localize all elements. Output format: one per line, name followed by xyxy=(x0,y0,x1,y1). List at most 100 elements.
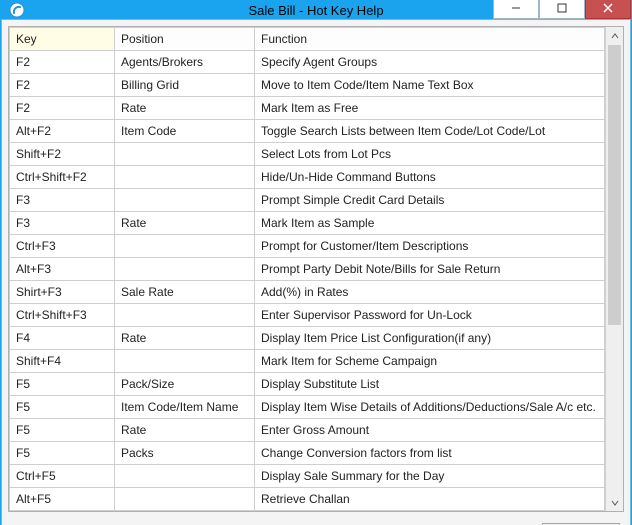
table-row[interactable]: Ctrl+F5 Display Sale Summary for the Day xyxy=(10,465,605,488)
close-icon xyxy=(603,3,613,13)
maximize-button[interactable] xyxy=(539,0,585,19)
table-row[interactable]: F2Billing GridMove to Item Code/Item Nam… xyxy=(10,74,605,97)
col-header-key[interactable]: Key xyxy=(10,28,115,51)
cell-key: F5 xyxy=(10,442,115,465)
cell-key: F3 xyxy=(10,212,115,235)
scroll-up-arrow[interactable] xyxy=(606,27,623,44)
table-row[interactable]: Alt+F5 Retrieve Challan xyxy=(10,488,605,511)
cell-key: F2 xyxy=(10,51,115,74)
cell-function: Display Sale Summary for the Day xyxy=(255,465,605,488)
table-header-row: Key Position Function xyxy=(10,28,605,51)
table-row[interactable]: F4RateDisplay Item Price List Configurat… xyxy=(10,327,605,350)
cell-key: F4 xyxy=(10,327,115,350)
cell-function: Prompt for Customer/Item Descriptions xyxy=(255,235,605,258)
cell-position xyxy=(115,189,255,212)
cell-function: Change Conversion factors from list xyxy=(255,442,605,465)
cell-position: Agents/Brokers xyxy=(115,51,255,74)
cell-position: Rate xyxy=(115,327,255,350)
window-close-button[interactable] xyxy=(585,0,631,19)
cell-position: Billing Grid xyxy=(115,74,255,97)
cell-key: Shirt+F3 xyxy=(10,281,115,304)
cell-position xyxy=(115,304,255,327)
minimize-button[interactable] xyxy=(493,0,539,19)
scroll-thumb[interactable] xyxy=(608,45,621,325)
cell-function: Select Lots from Lot Pcs xyxy=(255,143,605,166)
grid-viewport: Key Position Function F2Agents/BrokersSp… xyxy=(9,27,605,511)
scroll-down-arrow[interactable] xyxy=(606,494,623,511)
table-row[interactable]: Shift+F4 Mark Item for Scheme Campaign xyxy=(10,350,605,373)
cell-position xyxy=(115,350,255,373)
cell-function: Enter Gross Amount xyxy=(255,419,605,442)
cell-key: Alt+F2 xyxy=(10,120,115,143)
table-row[interactable]: Shirt+F3Sale RateAdd(%) in Rates xyxy=(10,281,605,304)
cell-function: Move to Item Code/Item Name Text Box xyxy=(255,74,605,97)
cell-key: F5 xyxy=(10,373,115,396)
table-row[interactable]: F5Pack/SizeDisplay Substitute List xyxy=(10,373,605,396)
cell-function: Specify Agent Groups xyxy=(255,51,605,74)
table-row[interactable]: Ctrl+F3 Prompt for Customer/Item Descript… xyxy=(10,235,605,258)
table-row[interactable]: Alt+F2Item CodeToggle Search Lists betwe… xyxy=(10,120,605,143)
cell-key: F2 xyxy=(10,74,115,97)
cell-function: Display Item Wise Details of Additions/D… xyxy=(255,396,605,419)
hotkey-table: Key Position Function F2Agents/BrokersSp… xyxy=(9,27,605,511)
cell-function: Prompt Party Debit Note/Bills for Sale R… xyxy=(255,258,605,281)
cell-function: Mark Item for Scheme Campaign xyxy=(255,350,605,373)
cell-position: Rate xyxy=(115,419,255,442)
cell-function: Hide/Un-Hide Command Buttons xyxy=(255,166,605,189)
cell-position xyxy=(115,166,255,189)
cell-position: Item Code xyxy=(115,120,255,143)
table-row[interactable]: Ctrl+Shift+F2 Hide/Un-Hide Command Button… xyxy=(10,166,605,189)
cell-key: Alt+F5 xyxy=(10,488,115,511)
table-row[interactable]: Alt+F3 Prompt Party Debit Note/Bills for … xyxy=(10,258,605,281)
table-row[interactable]: F5Item Code/Item NameDisplay Item Wise D… xyxy=(10,396,605,419)
cell-position: Pack/Size xyxy=(115,373,255,396)
table-row[interactable]: F3RateMark Item as Sample xyxy=(10,212,605,235)
cell-position: Packs xyxy=(115,442,255,465)
cell-position xyxy=(115,143,255,166)
col-header-function[interactable]: Function xyxy=(255,28,605,51)
hotkey-grid: Key Position Function F2Agents/BrokersSp… xyxy=(8,26,624,512)
cell-key: F2 xyxy=(10,97,115,120)
window-frame: Sale Bill - Hot Key Help xyxy=(0,0,632,525)
col-header-position[interactable]: Position xyxy=(115,28,255,51)
table-row[interactable]: F3Prompt Simple Credit Card Details xyxy=(10,189,605,212)
cell-key: Ctrl+Shift+F3 xyxy=(10,304,115,327)
table-row[interactable]: F5RateEnter Gross Amount xyxy=(10,419,605,442)
cell-key: Alt+F3 xyxy=(10,258,115,281)
cell-function: Mark Item as Sample xyxy=(255,212,605,235)
app-icon xyxy=(9,2,25,18)
chevron-up-icon xyxy=(611,32,619,40)
cell-function: Mark Item as Free xyxy=(255,97,605,120)
cell-position xyxy=(115,258,255,281)
cell-position: Sale Rate xyxy=(115,281,255,304)
cell-key: Shift+F2 xyxy=(10,143,115,166)
cell-key: F5 xyxy=(10,419,115,442)
cell-position: Rate xyxy=(115,97,255,120)
cell-key: Ctrl+Shift+F2 xyxy=(10,166,115,189)
cell-function: Toggle Search Lists between Item Code/Lo… xyxy=(255,120,605,143)
cell-position xyxy=(115,465,255,488)
cell-function: Display Substitute List xyxy=(255,373,605,396)
cell-position xyxy=(115,488,255,511)
titlebar[interactable]: Sale Bill - Hot Key Help xyxy=(1,1,631,19)
cell-key: Ctrl+F3 xyxy=(10,235,115,258)
cell-key: Ctrl+F5 xyxy=(10,465,115,488)
minimize-icon xyxy=(511,3,521,13)
maximize-icon xyxy=(557,3,567,13)
vertical-scrollbar[interactable] xyxy=(605,27,623,511)
cell-key: Shift+F4 xyxy=(10,350,115,373)
cell-function: Enter Supervisor Password for Un-Lock xyxy=(255,304,605,327)
cell-key: F5 xyxy=(10,396,115,419)
footer: Close xyxy=(2,516,630,525)
cell-position: Item Code/Item Name xyxy=(115,396,255,419)
window-controls xyxy=(493,0,631,19)
cell-position: Rate xyxy=(115,212,255,235)
cell-function: Display Item Price List Configuration(if… xyxy=(255,327,605,350)
cell-function: Retrieve Challan xyxy=(255,488,605,511)
table-row[interactable]: F2RateMark Item as Free xyxy=(10,97,605,120)
client-area: Key Position Function F2Agents/BrokersSp… xyxy=(1,19,631,525)
table-row[interactable]: Ctrl+Shift+F3 Enter Supervisor Password f… xyxy=(10,304,605,327)
table-row[interactable]: Shift+F2 Select Lots from Lot Pcs xyxy=(10,143,605,166)
table-row[interactable]: F2Agents/BrokersSpecify Agent Groups xyxy=(10,51,605,74)
table-row[interactable]: F5PacksChange Conversion factors from li… xyxy=(10,442,605,465)
